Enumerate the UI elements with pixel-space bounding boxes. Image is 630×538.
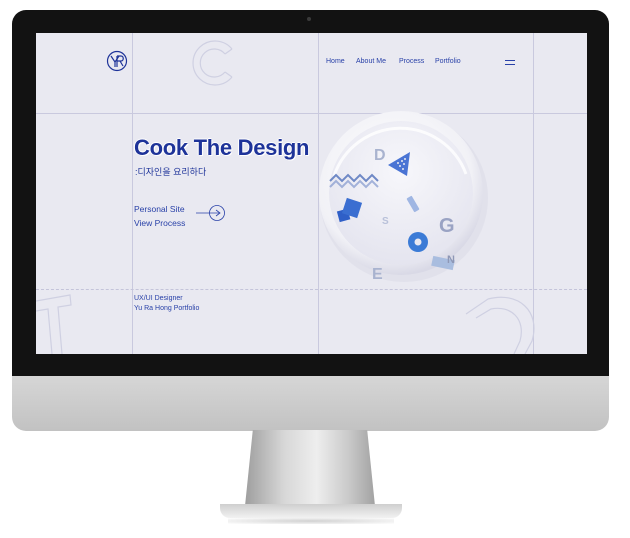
owner-label: Yu Ra Hong Portfolio bbox=[134, 305, 200, 312]
hero-title: Cook The Design bbox=[134, 135, 310, 160]
bowl-letter-n: N bbox=[447, 254, 455, 266]
yr-logo-icon[interactable] bbox=[106, 50, 128, 72]
bowl-letter-g: G bbox=[439, 215, 455, 237]
hamburger-menu-icon[interactable] bbox=[505, 60, 515, 65]
bowl-letter-s: S bbox=[382, 216, 389, 227]
nav-home[interactable]: Home bbox=[326, 58, 345, 65]
bowl-letter-e: E bbox=[372, 266, 383, 283]
hero-subtitle: :디자인을 요리하다 bbox=[135, 167, 207, 177]
nav-process[interactable]: Process bbox=[399, 58, 424, 65]
nav-portfolio[interactable]: Portfolio bbox=[435, 58, 461, 65]
arrow-right-icon[interactable] bbox=[196, 203, 226, 223]
monitor-stand-foot bbox=[220, 504, 402, 518]
role-label: UX/UI Designer bbox=[134, 295, 183, 302]
bowl-letter-d: D bbox=[374, 147, 386, 164]
view-process-link[interactable]: View Process bbox=[134, 218, 185, 228]
website-screen: Home About Me Process Portfolio Cook The… bbox=[36, 33, 587, 354]
imac-mockup: Home About Me Process Portfolio Cook The… bbox=[0, 0, 630, 538]
monitor-chin bbox=[12, 376, 609, 431]
camera-icon bbox=[307, 17, 311, 21]
stand-shadow bbox=[228, 518, 394, 524]
personal-site-link[interactable]: Personal Site bbox=[134, 204, 185, 214]
bowl-contents: D G E N S bbox=[329, 147, 455, 283]
nav-about-me[interactable]: About Me bbox=[356, 58, 386, 65]
monitor-stand-neck bbox=[245, 430, 375, 506]
background-outline-letters bbox=[36, 40, 535, 354]
